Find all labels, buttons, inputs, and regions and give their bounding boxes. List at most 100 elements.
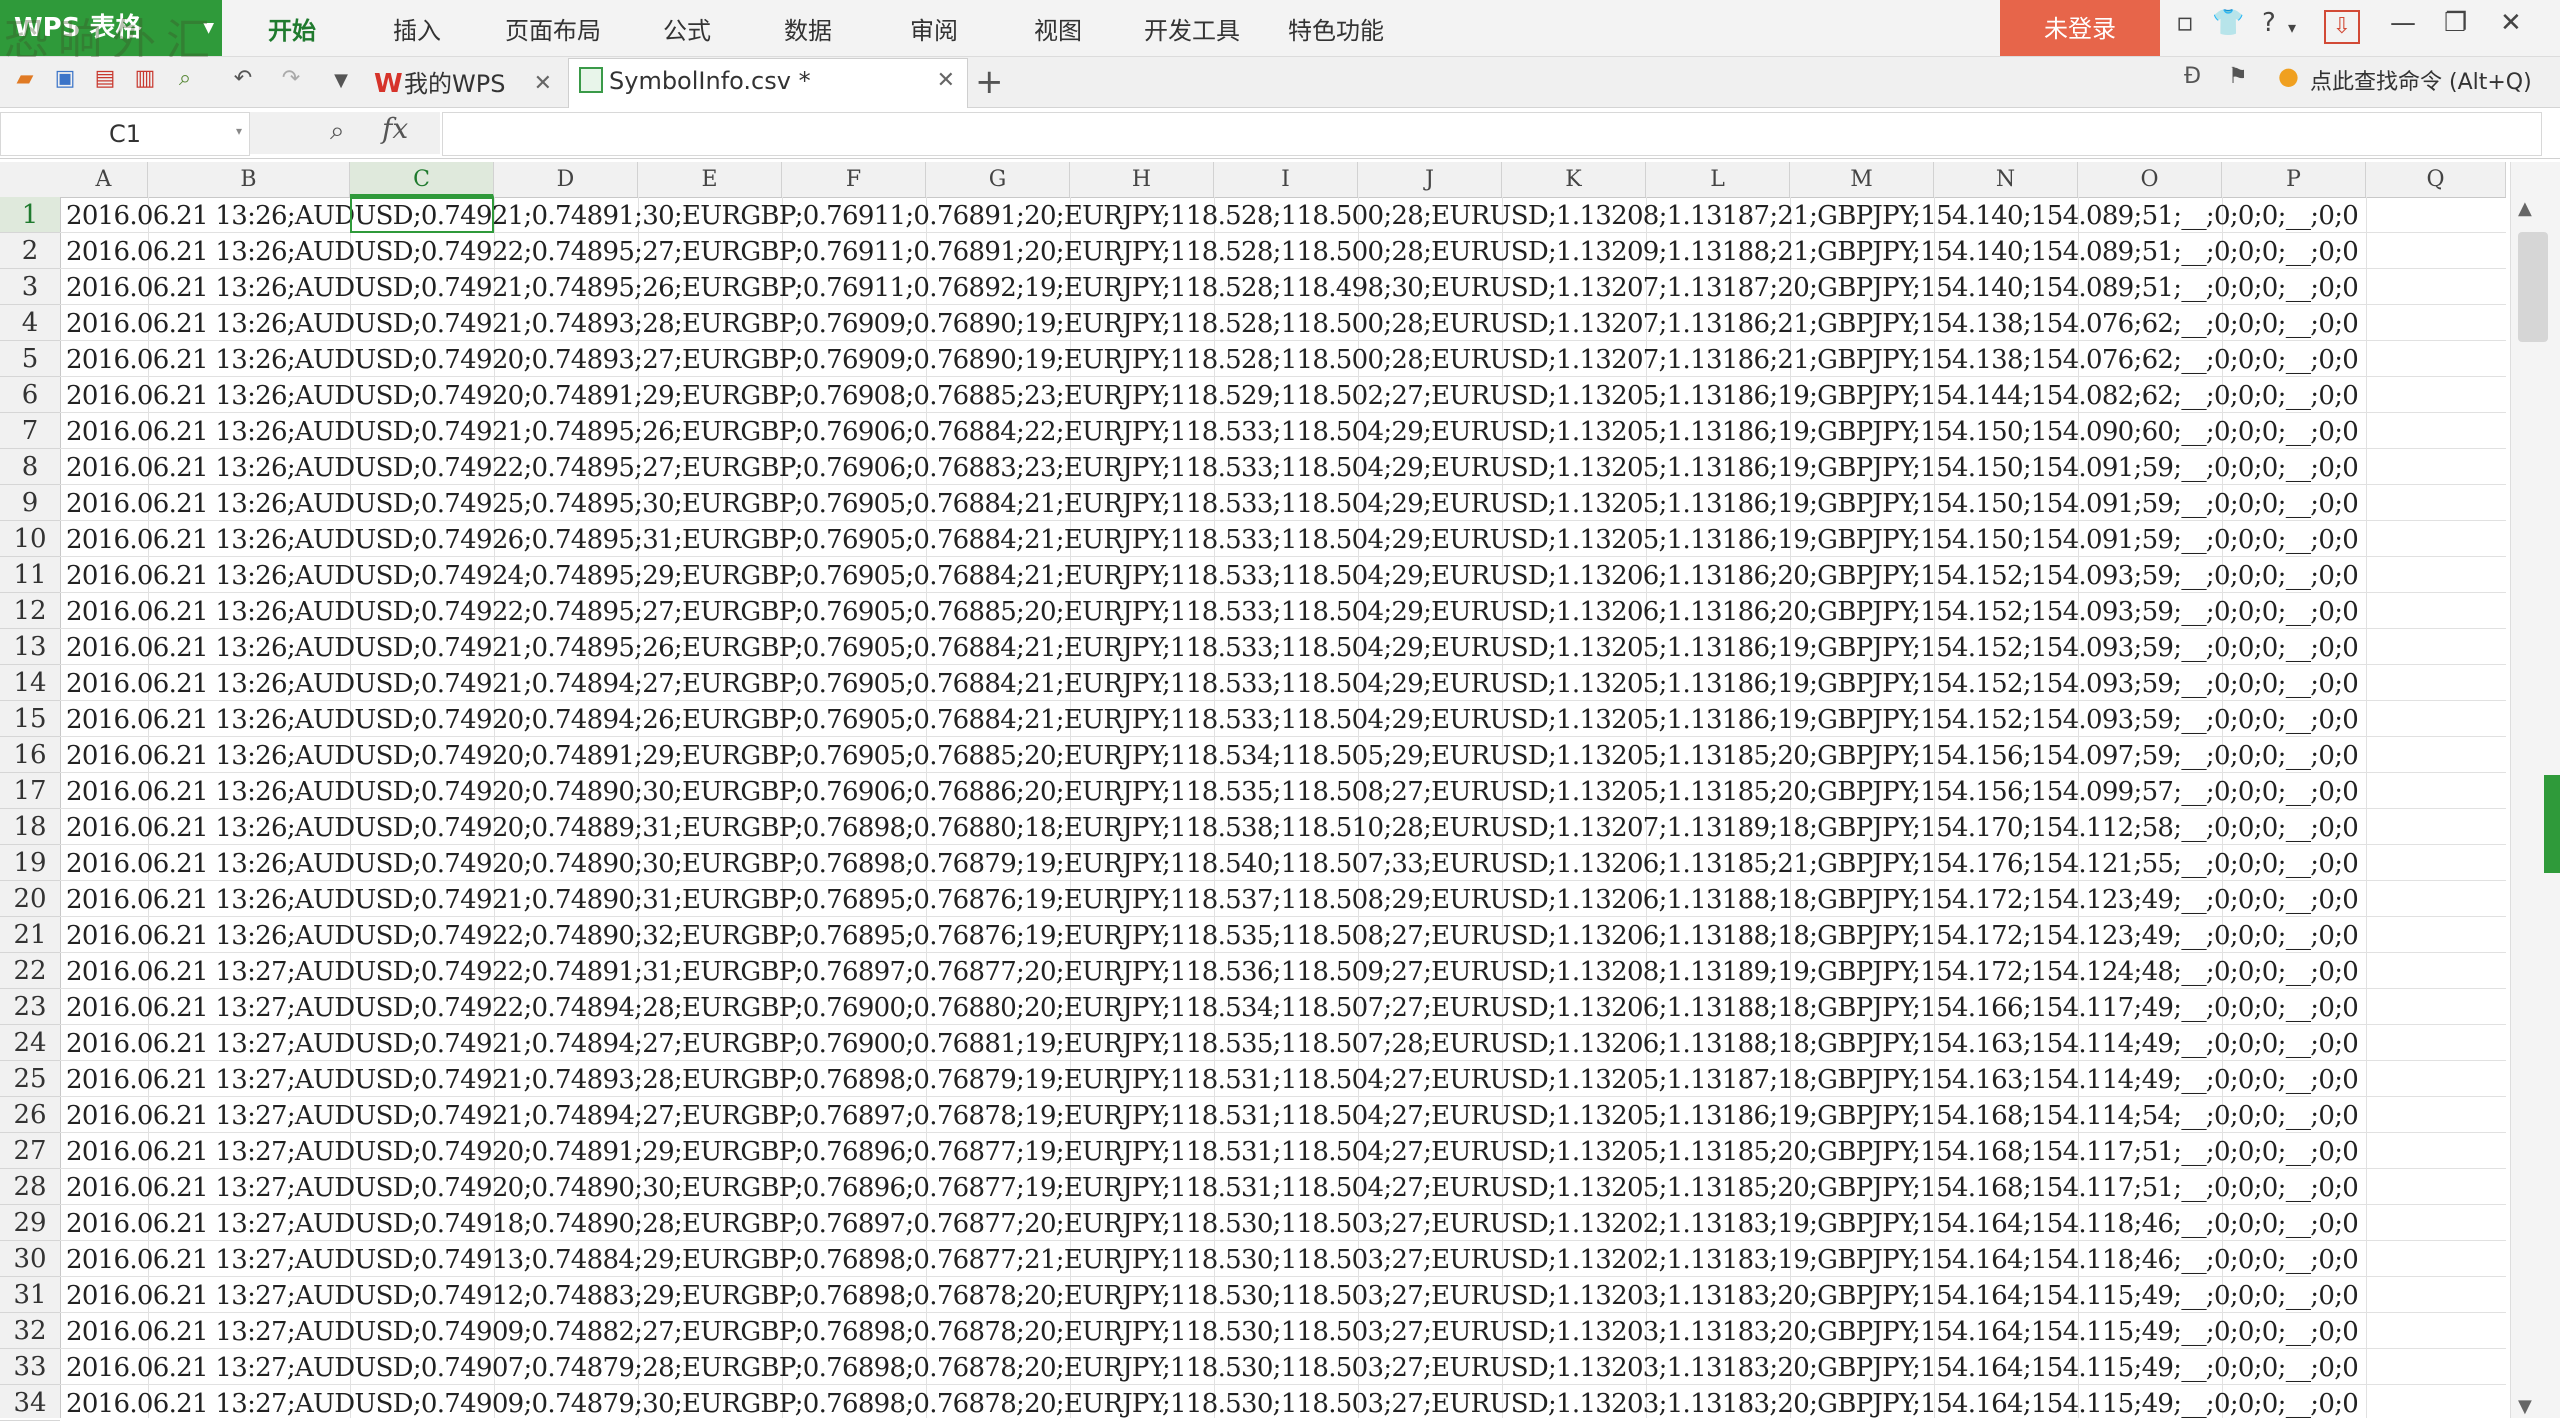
- zoom-search-icon[interactable]: ⌕: [330, 116, 345, 147]
- row-header[interactable]: 30: [0, 1241, 60, 1277]
- cell-a-value[interactable]: 2016.06.21 13:27;AUDUSD;0.74922;0.74891;…: [66, 953, 2359, 989]
- cell-a-value[interactable]: 2016.06.21 13:27;AUDUSD;0.74907;0.74879;…: [66, 1349, 2359, 1385]
- cell-a-value[interactable]: 2016.06.21 13:26;AUDUSD;0.74924;0.74895;…: [66, 557, 2359, 593]
- column-header-a[interactable]: A: [60, 162, 148, 197]
- help-dropdown-icon[interactable]: ▾: [2288, 18, 2296, 37]
- help-icon[interactable]: ?: [2262, 8, 2276, 38]
- menu-item-view[interactable]: 视图: [1034, 0, 1082, 56]
- cell-a-value[interactable]: 2016.06.21 13:26;AUDUSD;0.74920;0.74891;…: [66, 377, 2359, 413]
- menu-item-formulas[interactable]: 公式: [663, 0, 711, 56]
- column-header-o[interactable]: O: [2078, 162, 2222, 197]
- column-header-h[interactable]: H: [1070, 162, 1214, 197]
- row-header[interactable]: 25: [0, 1061, 60, 1097]
- cell-a-value[interactable]: 2016.06.21 13:26;AUDUSD;0.74926;0.74895;…: [66, 521, 2359, 557]
- column-header-l[interactable]: L: [1646, 162, 1790, 197]
- column-header-f[interactable]: F: [782, 162, 926, 197]
- cell-a-value[interactable]: 2016.06.21 13:26;AUDUSD;0.74920;0.74889;…: [66, 809, 2359, 845]
- row-header[interactable]: 27: [0, 1133, 60, 1169]
- cell-a-value[interactable]: 2016.06.21 13:26;AUDUSD;0.74925;0.74895;…: [66, 485, 2359, 521]
- column-header-b[interactable]: B: [148, 162, 350, 197]
- row-header[interactable]: 11: [0, 557, 60, 593]
- row-header[interactable]: 8: [0, 449, 60, 485]
- cell-a-value[interactable]: 2016.06.21 13:26;AUDUSD;0.74920;0.74891;…: [66, 737, 2359, 773]
- row-header[interactable]: 24: [0, 1025, 60, 1061]
- command-search-button[interactable]: 点此查找命令 (Alt+Q): [2310, 64, 2532, 96]
- tab-symbolinfo-csv[interactable]: SymbolInfo.csv * ✕: [568, 58, 968, 108]
- row-header[interactable]: 28: [0, 1169, 60, 1205]
- cell-a-value[interactable]: 2016.06.21 13:26;AUDUSD;0.74922;0.74895;…: [66, 449, 2359, 485]
- row-header[interactable]: 21: [0, 917, 60, 953]
- cell-a-value[interactable]: 2016.06.21 13:26;AUDUSD;0.74921;0.74895;…: [66, 413, 2359, 449]
- row-header[interactable]: 14: [0, 665, 60, 701]
- row-header[interactable]: 18: [0, 809, 60, 845]
- row-header[interactable]: 23: [0, 989, 60, 1025]
- row-header[interactable]: 26: [0, 1097, 60, 1133]
- cell-a-value[interactable]: 2016.06.21 13:27;AUDUSD;0.74912;0.74883;…: [66, 1277, 2359, 1313]
- cell-a-value[interactable]: 2016.06.21 13:27;AUDUSD;0.74909;0.74882;…: [66, 1313, 2359, 1349]
- column-header-c[interactable]: C: [350, 162, 494, 197]
- row-header[interactable]: 32: [0, 1313, 60, 1349]
- cell-a-value[interactable]: 2016.06.21 13:26;AUDUSD;0.74922;0.74895;…: [66, 233, 2359, 269]
- row-header[interactable]: 10: [0, 521, 60, 557]
- menu-item-data[interactable]: 数据: [784, 0, 832, 56]
- column-header-q[interactable]: Q: [2366, 162, 2506, 197]
- scroll-up-icon[interactable]: ▲: [2518, 198, 2532, 219]
- download-icon[interactable]: ⇩: [2324, 10, 2360, 44]
- print-icon[interactable]: ▥: [130, 64, 160, 94]
- row-header[interactable]: 5: [0, 341, 60, 377]
- cell-a-value[interactable]: 2016.06.21 13:27;AUDUSD;0.74921;0.74894;…: [66, 1097, 2359, 1133]
- close-icon[interactable]: ✕: [2500, 8, 2522, 38]
- login-button[interactable]: 未登录: [2000, 0, 2160, 56]
- column-header-g[interactable]: G: [926, 162, 1070, 197]
- insert-function-button[interactable]: fx: [382, 112, 408, 145]
- cell-a-value[interactable]: 2016.06.21 13:27;AUDUSD;0.74922;0.74894;…: [66, 989, 2359, 1025]
- column-header-n[interactable]: N: [1934, 162, 2078, 197]
- restore-icon[interactable]: ❐: [2444, 8, 2467, 38]
- quick-access-dropdown-icon[interactable]: ▼: [326, 66, 356, 96]
- row-header[interactable]: 7: [0, 413, 60, 449]
- row-header[interactable]: 33: [0, 1349, 60, 1385]
- column-header-m[interactable]: M: [1790, 162, 1934, 197]
- cell-a-value[interactable]: 2016.06.21 13:27;AUDUSD;0.74921;0.74894;…: [66, 1025, 2359, 1061]
- menu-item-home[interactable]: 开始: [268, 0, 316, 56]
- close-tab-icon[interactable]: ✕: [937, 59, 955, 103]
- menu-item-insert[interactable]: 插入: [393, 0, 441, 56]
- cell-a-value[interactable]: 2016.06.21 13:26;AUDUSD;0.74921;0.74894;…: [66, 665, 2359, 701]
- cloud-status-icon[interactable]: ▫: [2176, 8, 2194, 38]
- cell-a-value[interactable]: 2016.06.21 13:27;AUDUSD;0.74909;0.74879;…: [66, 1385, 2359, 1418]
- new-tab-icon[interactable]: +: [975, 62, 1004, 102]
- cell-a-value[interactable]: 2016.06.21 13:27;AUDUSD;0.74913;0.74884;…: [66, 1241, 2359, 1277]
- row-header[interactable]: 17: [0, 773, 60, 809]
- menu-item-special-features[interactable]: 特色功能: [1288, 0, 1384, 56]
- row-header[interactable]: 9: [0, 485, 60, 521]
- row-header[interactable]: 12: [0, 593, 60, 629]
- scroll-down-icon[interactable]: ▼: [2518, 1396, 2532, 1417]
- name-box-dropdown-icon[interactable]: ▾: [236, 124, 242, 138]
- cell-a-value[interactable]: 2016.06.21 13:26;AUDUSD;0.74920;0.74894;…: [66, 701, 2359, 737]
- print-preview-icon[interactable]: ⌕: [170, 64, 200, 94]
- minimize-icon[interactable]: —: [2390, 8, 2416, 38]
- row-header[interactable]: 4: [0, 305, 60, 341]
- row-header[interactable]: 13: [0, 629, 60, 665]
- row-header[interactable]: 20: [0, 881, 60, 917]
- row-header[interactable]: 31: [0, 1277, 60, 1313]
- cell-grid[interactable]: 2016.06.21 13:26;AUDUSD;0.74921;0.74891;…: [60, 197, 2506, 1418]
- column-header-j[interactable]: J: [1358, 162, 1502, 197]
- cell-a-value[interactable]: 2016.06.21 13:27;AUDUSD;0.74918;0.74890;…: [66, 1205, 2359, 1241]
- cell-a-value[interactable]: 2016.06.21 13:26;AUDUSD;0.74921;0.74895;…: [66, 269, 2359, 305]
- menu-item-developer[interactable]: 开发工具: [1144, 0, 1240, 56]
- column-header-d[interactable]: D: [494, 162, 638, 197]
- menu-item-page-layout[interactable]: 页面布局: [505, 0, 601, 56]
- cell-a-value[interactable]: 2016.06.21 13:26;AUDUSD;0.74921;0.74893;…: [66, 305, 2359, 341]
- active-cell-selection[interactable]: [350, 197, 494, 233]
- close-tab-icon[interactable]: ✕: [534, 62, 552, 106]
- cell-a-value[interactable]: 2016.06.21 13:26;AUDUSD;0.74921;0.74890;…: [66, 881, 2359, 917]
- row-header[interactable]: 16: [0, 737, 60, 773]
- redo-icon[interactable]: ↷: [276, 64, 306, 94]
- row-header[interactable]: 22: [0, 953, 60, 989]
- scrollbar-thumb[interactable]: [2518, 232, 2548, 342]
- row-header[interactable]: 29: [0, 1205, 60, 1241]
- save-icon[interactable]: ▣: [50, 64, 80, 94]
- row-header[interactable]: 6: [0, 377, 60, 413]
- row-header[interactable]: 1: [0, 197, 60, 233]
